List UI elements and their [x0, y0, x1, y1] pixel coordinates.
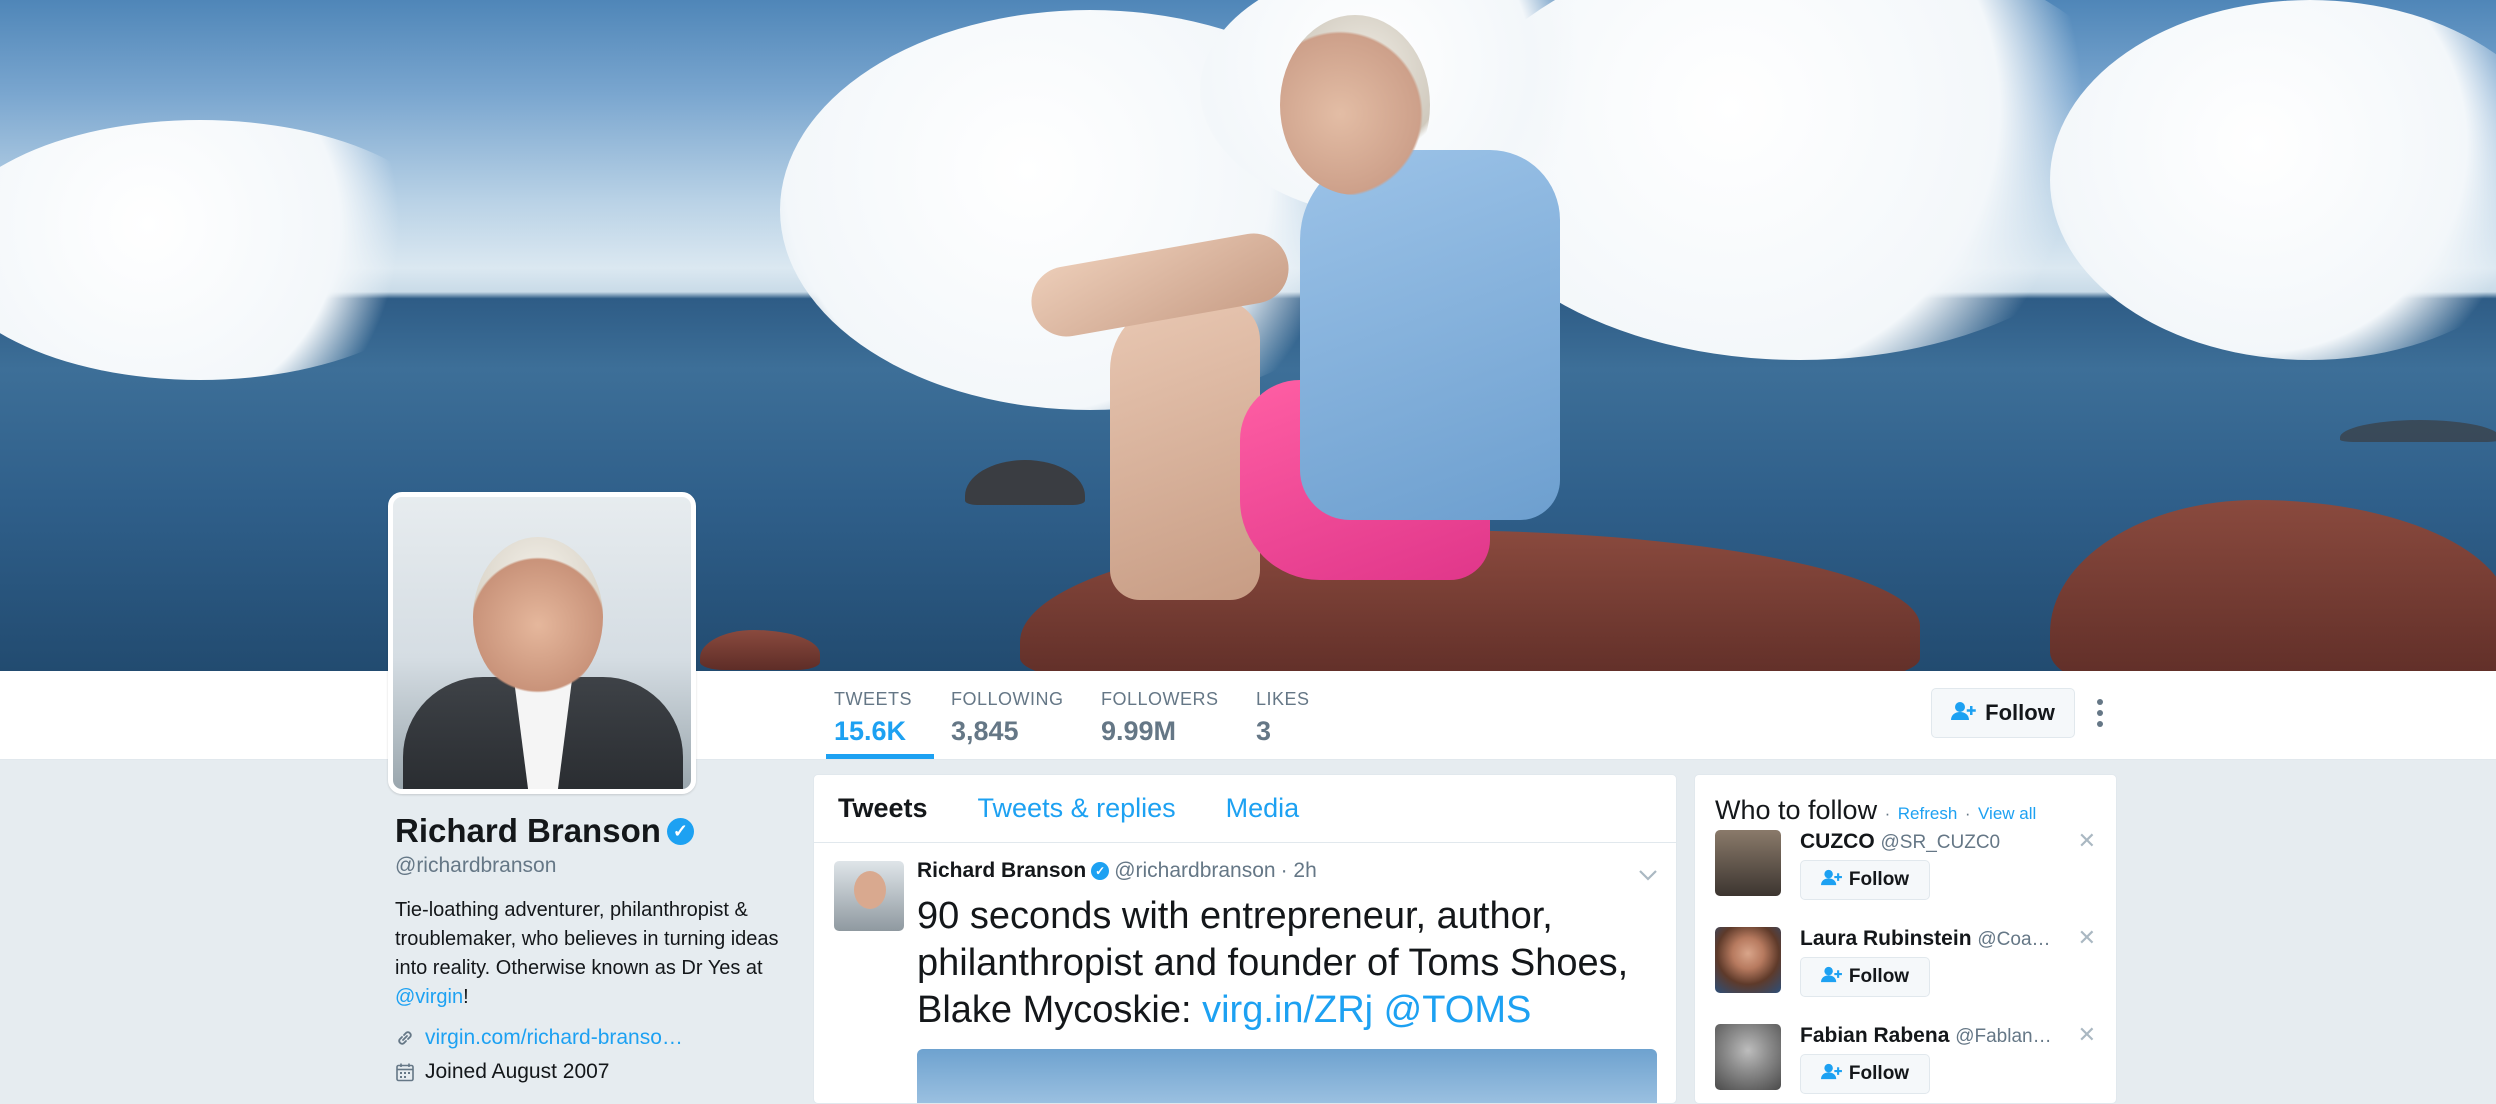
- suggestion-avatar[interactable]: [1715, 927, 1781, 993]
- refresh-link[interactable]: Refresh: [1898, 804, 1958, 823]
- suggestion-name[interactable]: Laura Rubinstein: [1800, 927, 1972, 950]
- stat-likes[interactable]: Likes 3: [1256, 689, 1310, 759]
- suggestion-follow-button[interactable]: Follow: [1800, 1054, 1930, 1094]
- profile-website: virgin.com/richard-branso…: [395, 1026, 795, 1050]
- suggestion-avatar[interactable]: [1715, 1024, 1781, 1090]
- profile-joined: Joined August 2007: [395, 1060, 795, 1084]
- who-to-follow-title: Who to follow: [1715, 795, 1878, 825]
- suggestion-handle[interactable]: @Fablan…: [1955, 1026, 2051, 1047]
- person-add-icon: [1820, 869, 1843, 891]
- vertical-dots-icon[interactable]: [2088, 695, 2112, 731]
- suggestion-follow-button[interactable]: Follow: [1800, 860, 1930, 900]
- suggestion-item: CUZCO @SR_CUZC0 ✕ Follow: [1715, 828, 2096, 923]
- joined-date: Joined August 2007: [425, 1060, 610, 1083]
- suggestion-name-row: CUZCO @SR_CUZC0: [1800, 830, 2055, 854]
- suggestion-item: Laura Rubinstein @Coa… ✕ Follow: [1715, 925, 2096, 1020]
- separator: ·: [1884, 804, 1891, 823]
- close-icon[interactable]: ✕: [2078, 828, 2096, 854]
- follow-button-label: Follow: [1985, 700, 2055, 725]
- profile-card: Richard Branson ✓ @richardbranson Tie-lo…: [395, 812, 795, 1084]
- verified-badge-icon: ✓: [1091, 862, 1110, 880]
- tweet-header: Richard Branson ✓ @richardbranson · 2h: [917, 859, 1656, 883]
- suggestion-handle[interactable]: @Coa…: [1977, 929, 2050, 950]
- profile-bio: Tie-loathing adventurer, philanthropist …: [395, 896, 790, 1012]
- suggestion-avatar[interactable]: [1715, 830, 1781, 896]
- profile-nav-bar: Tweets 15.6K Following 3,845 Followers 9…: [0, 671, 2496, 760]
- profile-name[interactable]: Richard Branson: [395, 812, 661, 850]
- stat-value: 15.6K: [834, 716, 907, 746]
- profile-avatar[interactable]: [388, 492, 696, 794]
- follow-label: Follow: [1848, 966, 1910, 987]
- tweet-text: 90 seconds with entrepreneur, author, ph…: [917, 893, 1662, 1034]
- stat-value: 9.99M: [1101, 716, 1177, 746]
- timeline: Tweets Tweets & replies Media Richard Br…: [813, 774, 1677, 1104]
- link-icon: [395, 1028, 415, 1048]
- tweet-author-handle[interactable]: @richardbranson: [1114, 859, 1275, 883]
- bio-mention-link[interactable]: @virgin: [395, 986, 463, 1008]
- tweet-media-image[interactable]: [917, 1049, 1657, 1103]
- stat-value: 3,845: [951, 716, 1019, 746]
- stat-label: Likes: [1256, 689, 1310, 709]
- follow-label: Follow: [1848, 869, 1910, 890]
- tweet[interactable]: Richard Branson ✓ @richardbranson · 2h 9…: [814, 843, 1676, 1103]
- who-to-follow-module: Who to follow · Refresh · View all CUZCO…: [1694, 774, 2117, 1104]
- stat-followers[interactable]: Followers 9.99M: [1101, 689, 1219, 759]
- suggestion-follow-button[interactable]: Follow: [1800, 957, 1930, 997]
- timeline-tabs: Tweets Tweets & replies Media: [814, 775, 1676, 843]
- suggestion-name[interactable]: CUZCO: [1800, 830, 1875, 853]
- suggestion-item: Fabian Rabena @Fablan… ✕ Follow: [1715, 1022, 2096, 1103]
- profile-handle[interactable]: @richardbranson: [395, 854, 795, 878]
- bio-text-end: !: [463, 986, 469, 1008]
- bio-text: Tie-loathing adventurer, philanthropist …: [395, 899, 779, 979]
- stat-label: Followers: [1101, 689, 1219, 709]
- stat-tweets[interactable]: Tweets 15.6K: [826, 689, 934, 759]
- tweet-author-name[interactable]: Richard Branson: [917, 859, 1086, 883]
- stat-label: Tweets: [834, 689, 912, 709]
- tweet-link[interactable]: virg.in/ZRj @TOMS: [1202, 989, 1531, 1031]
- calendar-icon: [395, 1062, 415, 1082]
- stat-label: Following: [951, 689, 1064, 709]
- tweet-avatar[interactable]: [834, 861, 904, 931]
- profile-name-row: Richard Branson ✓: [395, 812, 795, 850]
- tab-tweets[interactable]: Tweets: [838, 793, 928, 824]
- profile-banner: [0, 0, 2496, 671]
- tweet-timestamp[interactable]: · 2h: [1281, 859, 1317, 883]
- suggestion-name-row: Laura Rubinstein @Coa…: [1800, 927, 2055, 951]
- person-add-icon: [1820, 1063, 1843, 1085]
- verified-badge-icon: ✓: [666, 817, 694, 845]
- separator: ·: [1964, 804, 1971, 823]
- suggestion-name[interactable]: Fabian Rabena: [1800, 1024, 1949, 1047]
- follow-button[interactable]: Follow: [1931, 688, 2075, 738]
- view-all-link[interactable]: View all: [1978, 804, 2036, 823]
- person-add-icon: [1951, 701, 1977, 726]
- stat-following[interactable]: Following 3,845: [951, 689, 1064, 759]
- who-to-follow-header: Who to follow · Refresh · View all: [1715, 795, 2096, 826]
- follow-label: Follow: [1848, 1063, 1910, 1084]
- tab-tweets-replies[interactable]: Tweets & replies: [978, 793, 1176, 824]
- close-icon[interactable]: ✕: [2078, 1022, 2096, 1048]
- stat-value: 3: [1256, 716, 1272, 746]
- suggestion-name-row: Fabian Rabena @Fablan…: [1800, 1024, 2055, 1048]
- website-link[interactable]: virgin.com/richard-branso…: [425, 1026, 683, 1050]
- close-icon[interactable]: ✕: [2078, 925, 2096, 951]
- person-add-icon: [1820, 966, 1843, 988]
- suggestion-handle[interactable]: @SR_CUZC0: [1881, 832, 2001, 853]
- tab-media[interactable]: Media: [1226, 793, 1300, 824]
- chevron-down-icon[interactable]: [1638, 861, 1658, 887]
